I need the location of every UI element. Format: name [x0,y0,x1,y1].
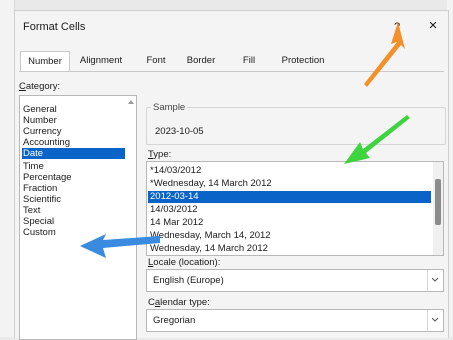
type-item-selected[interactable]: 2012-03-14 [148,191,431,203]
type-item[interactable]: 14 Mar 2012 [148,217,431,229]
sample-value: 2023-10-05 [155,126,204,137]
category-item-date[interactable]: Date [22,148,125,159]
category-list[interactable]: General Number Currency Accounting Date … [19,95,137,340]
locale-value: English (Europe) [153,275,224,286]
category-item-number[interactable]: Number [22,115,125,126]
calendar-dropdown[interactable]: Gregorian [146,309,444,332]
blue-arrow-icon [80,234,160,258]
tab-protection[interactable]: Protection [275,51,331,71]
type-list[interactable]: *14/03/2012 *Wednesday, 14 March 2012 20… [146,161,444,256]
category-item-accounting[interactable]: Accounting [22,137,125,148]
green-arrow-icon [344,115,410,164]
type-item[interactable]: Wednesday, 14 March 2012 [148,243,431,255]
close-button[interactable]: × [425,17,441,34]
type-scrollbar[interactable] [433,162,443,255]
tab-fill[interactable]: Fill [237,51,261,71]
category-item-percentage[interactable]: Percentage [22,172,125,183]
chevron-down-icon[interactable] [431,277,439,283]
category-item-general[interactable]: General [22,104,125,115]
dialog-title: Format Cells [23,21,86,33]
chevron-down-icon[interactable] [431,317,439,323]
tab-border[interactable]: Border [181,51,221,71]
category-item-text[interactable]: Text [22,205,125,216]
calendar-value: Gregorian [153,315,196,326]
tab-font[interactable]: Font [141,51,171,71]
calendar-label: Calendar type: [148,297,210,308]
type-item[interactable]: 14/03/2012 [148,204,431,216]
dropdown-separator [427,310,428,331]
scroll-up-icon[interactable] [128,100,134,104]
type-scrollbar-thumb[interactable] [435,179,441,225]
locale-dropdown[interactable]: English (Europe) [146,269,444,292]
type-label: Type: [148,149,172,160]
tab-alignment[interactable]: Alignment [71,51,131,71]
category-label: Category: [19,81,61,92]
type-item[interactable]: Wednesday, March 14, 2012 [148,230,431,242]
category-item-fraction[interactable]: Fraction [22,183,125,194]
spreadsheet-background-left [0,0,15,337]
dropdown-separator [427,270,428,291]
tab-number[interactable]: Number [20,51,70,72]
category-item-special[interactable]: Special [22,216,125,227]
orange-arrow-icon [364,22,405,87]
category-item-time[interactable]: Time [22,161,125,172]
sample-label: Sample [151,102,188,113]
type-item[interactable]: *Wednesday, 14 March 2012 [148,178,431,190]
category-item-currency[interactable]: Currency [22,126,125,137]
category-item-scientific[interactable]: Scientific [22,194,125,205]
